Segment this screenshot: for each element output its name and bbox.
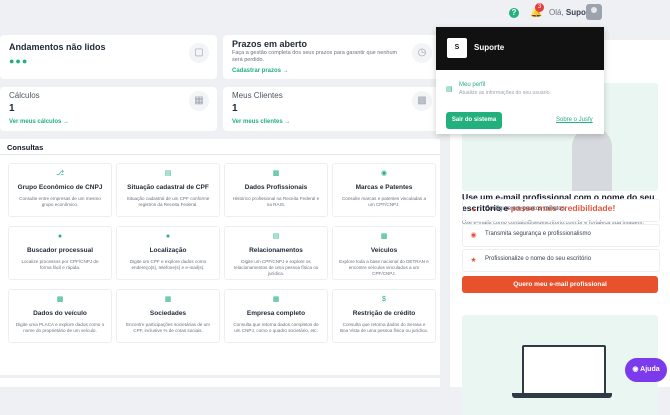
consulta-desc: Digite uma PLACA e explore dados como o … (15, 322, 105, 333)
car-icon: ▩ (380, 233, 388, 240)
clock-icon: ◷ (412, 43, 432, 63)
dollar-icon: $ (382, 296, 386, 303)
sparkle-icon: ✦ (470, 207, 477, 214)
top-bar: ? 🔔 3 Olá, Suporte (0, 0, 670, 26)
users-icon: ▩ (412, 91, 432, 111)
laptop-icon (512, 345, 612, 398)
user-menu-avatar: S (447, 38, 467, 58)
notification-badge: 3 (535, 3, 544, 12)
consultas-title: Consultas (7, 143, 44, 152)
folder-icon: ▢ (189, 43, 209, 63)
ver-clientes-link[interactable]: Ver meus clientes → (232, 119, 290, 125)
star-icon: ★ (470, 257, 477, 264)
prazos-title: Prazos em aberto (232, 39, 308, 49)
consulta-tile[interactable]: ▤ Relacionamentos Digite um CPF/CNPJ e e… (224, 226, 328, 280)
shield-icon: ◉ (470, 232, 477, 239)
consulta-tile[interactable]: ● Buscador processual Localize processos… (8, 226, 112, 280)
profile-icon: ▤ (446, 86, 453, 93)
email-cta-button[interactable]: Quero meu e-mail profissional (462, 276, 658, 293)
briefcase-icon: ▩ (272, 170, 280, 177)
store-icon: ▦ (272, 296, 280, 303)
consulta-name: Grupo Econômico de CNPJ (17, 184, 103, 191)
consultas-panel: Consultas ⎇ Grupo Econômico de CNPJ Cons… (0, 139, 440, 375)
consulta-desc: Explore toda a base nacional do DETRAN e… (339, 259, 429, 276)
promo-feature: ★ Profissionalize o nome do seu escritór… (462, 249, 660, 272)
prazos-card: Prazos em aberto Faça a gestão completa … (223, 35, 440, 79)
consulta-desc: Encontre participações societárias de um… (125, 322, 210, 333)
calculos-card: Cálculos 1 Ver meus cálculos → ▦ (0, 87, 217, 131)
consulta-desc: Consulta que retorna dados do Serasa e B… (339, 322, 428, 333)
andamentos-title: Andamentos não lidos (9, 42, 106, 52)
consulta-tile[interactable]: ◉ Marcas e Patentes Consulte marcas e pa… (332, 163, 436, 217)
consulta-tile[interactable]: $ Restrição de crédito Consulta que reto… (332, 289, 436, 343)
help-button[interactable]: ◉ Ajuda (625, 358, 667, 382)
about-link[interactable]: Sobre o Jusfy (556, 117, 593, 123)
calculos-count: 1 (9, 103, 15, 114)
user-menu-dropdown: S Suporte ▤ Meu perfil Atualize as infor… (436, 27, 604, 134)
building-icon: ▦ (164, 296, 172, 303)
clientes-label: Meus Clientes (232, 91, 283, 100)
my-profile-link[interactable]: Meu perfil (459, 82, 485, 88)
consulta-desc: Situação cadastral de um CPF conforme re… (126, 196, 210, 207)
consulta-tile[interactable]: ⎇ Grupo Econômico de CNPJ Consulte entre… (8, 163, 112, 217)
consulta-name: Relacionamentos (249, 247, 303, 254)
user-menu-name: Suporte (474, 43, 505, 52)
consulta-desc: Digite um CPF e explore dados como ender… (129, 259, 207, 270)
consulta-tile[interactable]: ▤ Situação cadastral de CPF Situação cad… (116, 163, 220, 217)
promo-feature: ◉ Transmita segurança e profissionalismo (462, 224, 660, 247)
consulta-desc: Consulte entre empresas de um mesmo grup… (19, 196, 101, 207)
ver-calculos-link[interactable]: Ver meus cálculos → (9, 119, 69, 125)
calculator-icon: ▦ (189, 91, 209, 111)
loading-dots-icon: ●●● (9, 56, 29, 66)
consulta-desc: Digite um CPF/CNPJ e explore os relacion… (233, 259, 319, 276)
consulta-tile[interactable]: ▩ Dados Profissionais Histórico profissi… (224, 163, 328, 217)
avatar[interactable] (586, 4, 602, 20)
greeting-prefix: Olá, (549, 8, 564, 17)
question-icon[interactable]: ? (509, 8, 519, 18)
cadastrar-prazos-link[interactable]: Cadastrar prazos → (232, 68, 289, 74)
location-icon: ● (165, 233, 171, 240)
consulta-name: Sociedades (149, 310, 187, 317)
network-icon: ▤ (272, 233, 280, 240)
consulta-name: Dados Profissionais (244, 184, 308, 191)
calculos-label: Cálculos (9, 91, 40, 100)
my-profile-desc: Atualize as informações do seu usuário. (459, 90, 551, 96)
help-label: Ajuda (640, 366, 660, 373)
consulta-name: Veículos (370, 247, 398, 254)
consulta-desc: Consulta que retorna dados completos de … (233, 322, 319, 333)
person-illustration (572, 127, 612, 191)
consulta-tile[interactable]: ▦ Sociedades Encontre participações soci… (116, 289, 220, 343)
user-menu-header: S Suporte (436, 27, 604, 70)
car-front-icon: ▩ (56, 296, 64, 303)
user-icon: ● (57, 233, 63, 240)
consulta-tile[interactable]: ● Localização Digite um CPF e explore da… (116, 226, 220, 280)
next-section-strip (0, 378, 440, 387)
consulta-name: Situação cadastral de CPF (127, 184, 209, 191)
consulta-name: Buscador processual (26, 247, 94, 254)
consulta-tile[interactable]: ▦ Empresa completo Consulta que retorna … (224, 289, 328, 343)
consulta-name: Empresa completo (246, 310, 306, 317)
consulta-tile[interactable]: ▩ Dados do veículo Digite uma PLACA e ex… (8, 289, 112, 343)
consulta-desc: Consulte marcas e patentes vinculadas a … (341, 196, 426, 207)
divider (0, 154, 440, 155)
clientes-count: 1 (232, 103, 238, 114)
consulta-desc: Localize processos por CPF/CNPJ de forma… (21, 259, 99, 270)
promo-feature: ✦ Configure em poucos minutos (462, 199, 660, 222)
andamentos-card: Andamentos não lidos ●●● ▢ (0, 35, 217, 79)
consulta-name: Dados do veículo (33, 310, 87, 317)
promo-feature-text: Transmita segurança e profissionalismo (485, 231, 591, 237)
consulta-name: Localização (149, 247, 187, 254)
consulta-name: Marcas e Patentes (355, 184, 413, 191)
clientes-card: Meus Clientes 1 Ver meus clientes → ▩ (223, 87, 440, 131)
consulta-tile[interactable]: ▩ Veículos Explore toda a base nacional … (332, 226, 436, 280)
branch-icon: ⎇ (55, 170, 65, 177)
promo-feature-text: Profissionalize o nome do seu escritório (485, 256, 592, 262)
promo-feature-text: Configure em poucos minutos (485, 206, 565, 212)
logout-button[interactable]: Sair do sistema (446, 112, 502, 129)
consulta-name: Restrição de crédito (352, 310, 416, 317)
consulta-desc: Histórico profissional na Receita Federa… (232, 196, 320, 207)
prazos-subtitle: Faça a gestão completa dos seus prazos p… (232, 50, 398, 63)
trademark-icon: ◉ (380, 170, 388, 177)
id-card-icon: ▤ (164, 170, 172, 177)
